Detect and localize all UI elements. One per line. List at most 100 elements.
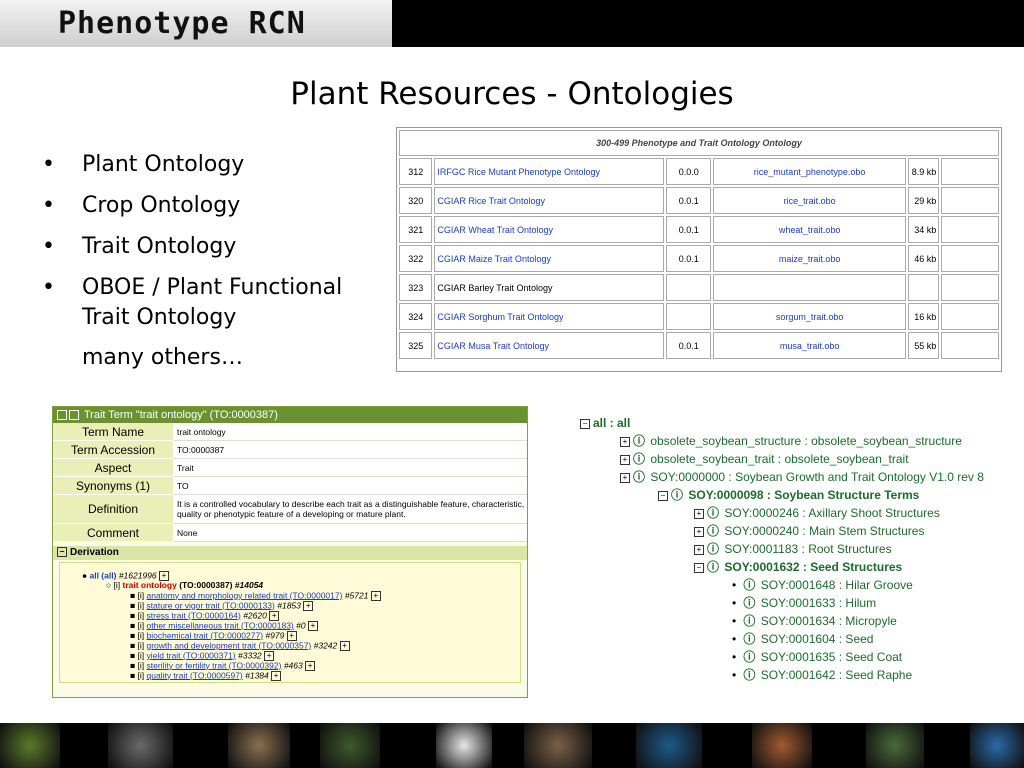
ontology-file-link[interactable]: rice_trait.obo [713,187,906,214]
info-prefix[interactable]: [i] [138,630,145,640]
expand-icon[interactable]: + [305,660,316,671]
tree-child-row: ■ [i] growth and development trait (TO:0… [60,640,520,651]
ontology-file-link[interactable]: maize_trait.obo [713,245,906,272]
tree-node-label[interactable]: SOY:0000098 : Soybean Structure Terms [688,488,919,502]
info-icon[interactable]: ⓘ [633,434,645,448]
info-prefix[interactable]: [i] [138,640,145,650]
expand-icon[interactable]: + [271,670,282,681]
empty-cell [941,245,999,272]
info-icon[interactable]: ⓘ [707,524,719,538]
expand-icon[interactable]: + [307,620,318,631]
collapse-icon[interactable]: − [57,547,67,558]
expand-icon[interactable]: + [370,590,381,601]
tree-child-link[interactable]: stature or vigor trait (TO:0000133) [147,600,275,610]
info-icon[interactable]: ⓘ [633,452,645,466]
info-prefix[interactable]: [i] [138,620,145,630]
info-prefix[interactable]: [i] [138,600,145,610]
tree-node-label[interactable]: SOY:0001604 : Seed [761,632,874,646]
bullet-text: Plant Ontology [82,152,245,177]
ontology-name-link[interactable]: CGIAR Musa Trait Ontology [434,332,665,359]
bullet-icon: • [732,650,737,664]
collapse-icon[interactable] [57,410,67,421]
tree-child-link[interactable]: sterility or fertility trait (TO:0000392… [147,660,282,670]
ontology-name-link[interactable]: CGIAR Maize Trait Ontology [434,245,665,272]
expand-icon[interactable] [69,410,79,421]
expand-icon[interactable]: + [620,454,630,465]
info-icon[interactable]: ⓘ [743,578,755,592]
ontology-table: 300-499 Phenotype and Trait Ontology Ont… [396,127,1002,372]
tree-node-label[interactable]: SOY:0001634 : Micropyle [761,614,897,628]
mouse-photo [108,723,173,768]
info-prefix[interactable]: [i] [138,670,145,680]
ontology-name-link[interactable]: CGIAR Sorghum Trait Ontology [434,303,665,330]
ontology-name-link[interactable]: CGIAR Rice Trait Ontology [434,187,665,214]
tree-node-label[interactable]: SOY:0001635 : Seed Coat [761,650,902,664]
info-icon[interactable]: ⓘ [743,632,755,646]
tree-node-label[interactable]: SOY:0000246 : Axillary Shoot Structures [724,506,939,520]
tree-node-label[interactable]: SOY:0001183 : Root Structures [724,542,891,556]
ontology-id: 324 [399,303,433,330]
ontology-file-link[interactable]: musa_trait.obo [713,332,906,359]
info-prefix[interactable]: [i] [138,590,145,600]
tree-node-label[interactable]: SOY:0001648 : Hilar Groove [761,578,913,592]
info-icon[interactable]: ⓘ [707,560,719,574]
ontology-name-link[interactable]: IRFGC Rice Mutant Phenotype Ontology [434,158,665,185]
expand-icon[interactable]: + [620,472,630,483]
ontology-name-link[interactable]: CGIAR Wheat Trait Ontology [434,216,665,243]
tree-child-link[interactable]: anatomy and morphology related trait (TO… [147,590,343,600]
info-prefix[interactable]: [i] [138,610,145,620]
tree-row: • ⓘ SOY:0001648 : Hilar Groove [580,576,1010,594]
tree-node-label[interactable]: obsolete_soybean_trait : obsolete_soybea… [650,452,908,466]
expand-icon[interactable]: + [694,526,704,537]
tree-node-label[interactable]: SOY:0001632 : Seed Structures [724,560,902,574]
tree-child-link[interactable]: biochemical trait (TO:0000277) [147,630,264,640]
ontology-name-link: CGIAR Barley Trait Ontology [434,274,665,301]
tree-child-link[interactable]: growth and development trait (TO:0000357… [147,640,312,650]
derivation-header[interactable]: − Derivation [53,546,527,560]
tree-child-link[interactable]: other miscellaneous trait (TO:0000183) [147,620,294,630]
bullet-icon: ● [82,570,90,581]
zebrafish-photo [636,723,702,768]
tree-row: + ⓘ obsolete_soybean_trait : obsolete_soy… [580,450,1010,468]
tree-node-label[interactable]: SOY:0001642 : Seed Raphe [761,668,912,682]
info-icon[interactable]: ⓘ [743,596,755,610]
info-icon[interactable]: ⓘ [707,542,719,556]
expand-icon[interactable]: + [620,436,630,447]
tree-child-link[interactable]: quality trait (TO:0000597) [147,670,243,680]
tree-node-label[interactable]: SOY:0000240 : Main Stem Structures [724,524,924,538]
ontology-file-link[interactable]: wheat_trait.obo [713,216,906,243]
info-icon[interactable]: ⓘ [671,488,683,502]
collapse-icon[interactable]: − [694,562,704,573]
ontology-file-link[interactable]: sorgum_trait.obo [713,303,906,330]
collapse-icon[interactable]: − [580,418,590,429]
info-icon[interactable]: ⓘ [633,470,645,484]
expand-icon[interactable]: + [694,508,704,519]
expand-icon[interactable]: + [694,544,704,555]
info-icon[interactable]: ⓘ [707,506,719,520]
tree-node-label[interactable]: obsolete_soybean_structure : obsolete_so… [650,434,962,448]
expand-icon[interactable]: + [303,600,314,611]
tree-node-label[interactable]: SOY:0001633 : Hilum [761,596,876,610]
square-bullet-icon: ■ [130,649,138,660]
field-value: Trait [173,459,527,477]
tree-child-link[interactable]: yield trait (TO:0000371) [147,650,236,660]
info-prefix[interactable]: [i] [138,660,145,670]
expand-icon[interactable]: + [339,640,350,651]
tree-node-label[interactable]: SOY:0000000 : Soybean Growth and Trait O… [650,470,984,484]
bullet-list: • Plant Ontology • Crop Ontology • Trait On… [42,150,382,372]
square-bullet-icon: ■ [130,669,138,680]
tree-child-link[interactable]: stress trait (TO:0000164) [147,610,241,620]
info-icon[interactable]: ⓘ [743,650,755,664]
tree-node-label[interactable]: all : all [593,416,630,430]
tree-root-link[interactable]: all (all) [90,570,117,580]
collapse-icon[interactable]: − [658,490,668,501]
bullet-marker: • [42,152,55,177]
info-prefix[interactable]: [i] [114,580,121,590]
info-icon[interactable]: ⓘ [743,614,755,628]
table-row: 320 CGIAR Rice Trait Ontology 0.0.1 rice_tr… [399,187,999,214]
info-icon[interactable]: ⓘ [743,668,755,682]
info-prefix[interactable]: [i] [138,650,145,660]
tree-row: + ⓘ SOY:0000246 : Axillary Shoot Structur… [580,504,1010,522]
ontology-file-link[interactable]: rice_mutant_phenotype.obo [713,158,906,185]
field-value: None [173,524,527,542]
